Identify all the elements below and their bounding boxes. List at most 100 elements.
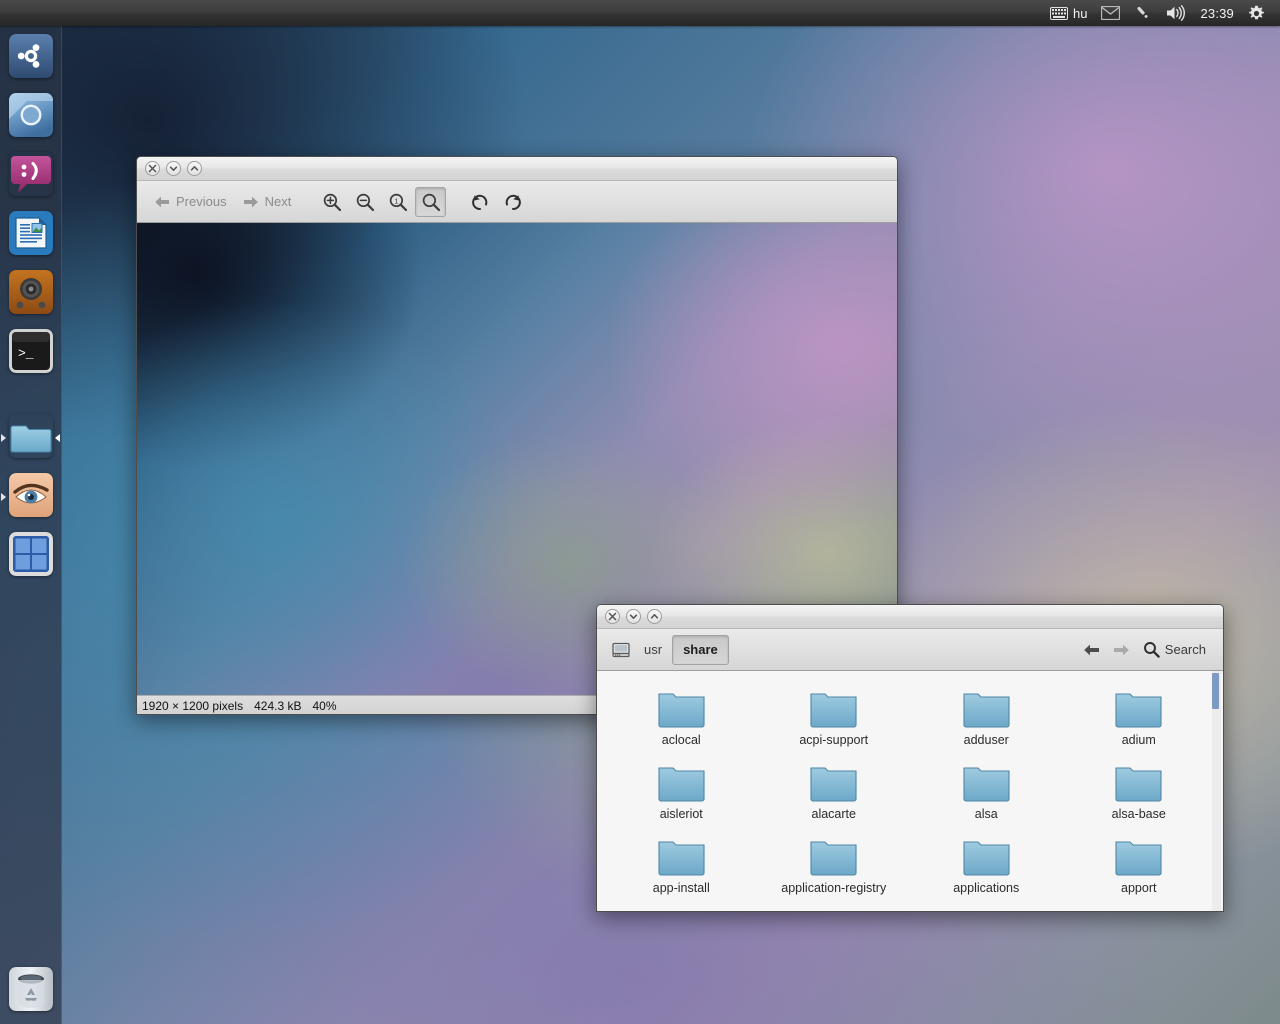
maximize-icon: [650, 614, 659, 619]
folder-icon: [810, 767, 857, 802]
file-manager-content[interactable]: aclocal acpi-support adduser adium aisle…: [597, 671, 1223, 911]
forward-button[interactable]: [1109, 636, 1135, 664]
rotate-left-button[interactable]: [464, 187, 495, 217]
sidebar-item-chromium-browser[interactable]: [9, 93, 53, 137]
folder-icon: [810, 841, 857, 876]
list-item[interactable]: applications: [910, 833, 1063, 897]
list-item[interactable]: adduser: [910, 685, 1063, 749]
sidebar-item-terminal[interactable]: >_: [9, 329, 53, 373]
list-item[interactable]: adium: [1063, 685, 1216, 749]
sidebar-item-rhythmbox[interactable]: [9, 270, 53, 314]
list-item[interactable]: alacarte: [758, 759, 911, 823]
running-indicator-left-image-viewer: [1, 493, 6, 501]
file-label: application-registry: [781, 881, 887, 895]
arrow-left-icon: [1084, 644, 1100, 655]
envelope-icon: [1101, 6, 1121, 20]
file-manager-titlebar[interactable]: [597, 605, 1223, 629]
previous-label: Previous: [176, 194, 227, 209]
file-label: aisleriot: [659, 807, 703, 821]
sidebar-item-image-viewer[interactable]: [9, 473, 53, 517]
rotate-counterclockwise-icon: [471, 194, 488, 210]
scrollbar-thumb[interactable]: [1212, 673, 1219, 709]
list-item[interactable]: aclocal: [605, 685, 758, 749]
sidebar-item-trash[interactable]: [9, 967, 53, 1011]
keyboard-layout-indicator[interactable]: hu: [1043, 0, 1094, 26]
best-fit-button[interactable]: [415, 186, 447, 217]
vertical-scrollbar[interactable]: [1212, 671, 1221, 911]
next-button[interactable]: Next: [236, 187, 299, 217]
folder-icon: [1115, 693, 1162, 728]
zoom-out-button[interactable]: [349, 187, 380, 217]
folder-icon: [10, 425, 52, 453]
list-item[interactable]: alsa: [910, 759, 1063, 823]
trash-icon: [9, 967, 53, 1011]
breadcrumb-item-share[interactable]: share: [672, 634, 729, 665]
session-indicator[interactable]: [1241, 0, 1272, 26]
eye-icon: [9, 473, 53, 517]
magnifier-icon: [1143, 642, 1160, 658]
minimize-icon: [169, 166, 178, 171]
folder-icon: [1115, 841, 1162, 876]
list-item[interactable]: aisleriot: [605, 759, 758, 823]
clock-indicator[interactable]: 23:39: [1193, 0, 1241, 26]
arrow-left-icon: [155, 196, 169, 207]
bluetooth-indicator[interactable]: [1127, 0, 1159, 26]
sidebar-item-workspace-switcher[interactable]: [9, 532, 53, 576]
chromium-icon: [9, 93, 53, 137]
svg-text:1: 1: [394, 196, 398, 205]
list-item[interactable]: alsa-base: [1063, 759, 1216, 823]
running-indicator-left-files: [1, 434, 6, 442]
image-dimensions-label: 1920 × 1200 pixels: [142, 698, 244, 713]
image-viewer-titlebar[interactable]: [137, 157, 897, 181]
list-item[interactable]: app-install: [605, 833, 758, 897]
breadcrumb-item-usr[interactable]: usr: [634, 635, 672, 665]
previous-button[interactable]: Previous: [147, 187, 234, 217]
rotate-clockwise-icon: [505, 194, 521, 210]
keyboard-layout-label: hu: [1072, 5, 1088, 21]
sidebar-item-empathy[interactable]: [9, 152, 53, 196]
close-button[interactable]: [145, 161, 160, 176]
list-item[interactable]: application-registry: [758, 833, 911, 897]
computer-icon: [612, 642, 630, 657]
image-zoom-label: 40%: [312, 698, 337, 713]
svg-text:>_: >_: [18, 346, 34, 361]
file-label: adduser: [963, 733, 1009, 747]
folder-icon: [658, 693, 705, 728]
rotate-right-button[interactable]: [497, 187, 528, 217]
zoom-best-fit-icon: [422, 193, 440, 211]
folder-icon: [810, 693, 857, 728]
zoom-in-button[interactable]: [316, 187, 347, 217]
sidebar-item-files[interactable]: [9, 414, 53, 458]
file-label: aclocal: [661, 733, 701, 747]
sidebar-item-dash-home[interactable]: [9, 34, 53, 78]
breadcrumb-label: usr: [644, 642, 663, 657]
breadcrumb-device-button[interactable]: [608, 635, 634, 665]
breadcrumb-label: share: [683, 642, 718, 657]
file-label: app-install: [652, 881, 710, 895]
folder-icon: [658, 767, 705, 802]
minimize-button[interactable]: [626, 609, 641, 624]
file-manager-pathbar: usr share Search: [597, 629, 1223, 671]
minimize-button[interactable]: [166, 161, 181, 176]
folder-icon: [1115, 767, 1162, 802]
workspace-grid-icon: [9, 532, 53, 576]
close-button[interactable]: [605, 609, 620, 624]
folder-icon: [963, 767, 1010, 802]
file-label: adium: [1121, 733, 1156, 747]
maximize-button[interactable]: [187, 161, 202, 176]
file-label: alacarte: [811, 807, 856, 821]
next-label: Next: [264, 194, 292, 209]
sidebar-item-libreoffice-writer[interactable]: [9, 211, 53, 255]
normal-size-button[interactable]: 1: [382, 187, 413, 217]
list-item[interactable]: acpi-support: [758, 685, 911, 749]
maximize-button[interactable]: [647, 609, 662, 624]
file-label: alsa: [974, 807, 998, 821]
list-item[interactable]: apport: [1063, 833, 1216, 897]
search-button[interactable]: Search: [1139, 636, 1212, 664]
file-label: apport: [1121, 881, 1157, 895]
messaging-indicator[interactable]: [1094, 0, 1127, 26]
file-label: acpi-support: [799, 733, 869, 747]
volume-indicator[interactable]: [1159, 0, 1193, 26]
running-indicator-right-files: [55, 434, 60, 442]
back-button[interactable]: [1079, 636, 1105, 664]
